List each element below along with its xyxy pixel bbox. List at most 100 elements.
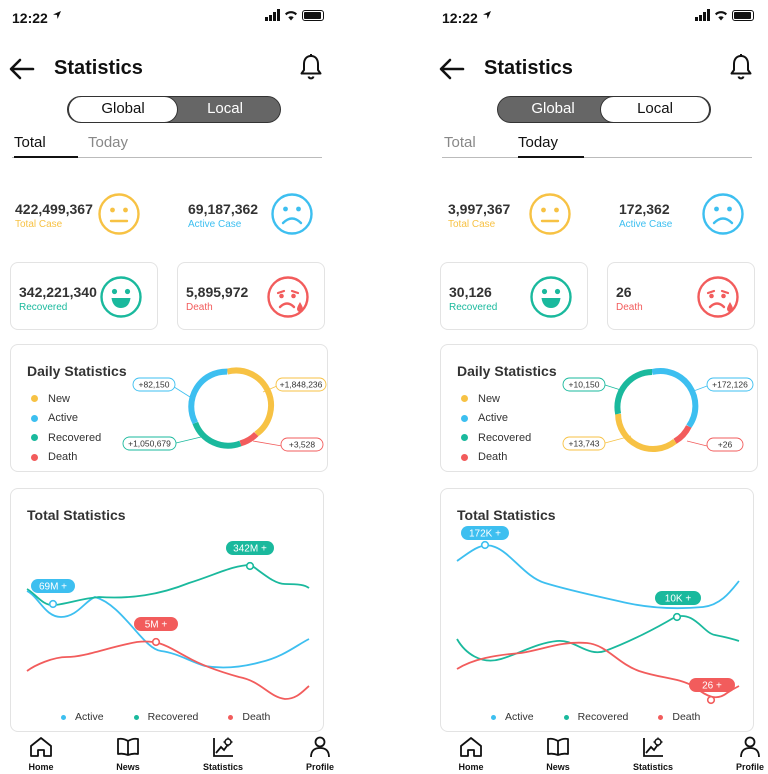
tab-total[interactable]: Total xyxy=(14,134,78,158)
back-arrow-icon[interactable] xyxy=(8,56,36,82)
callout-death: +3,528 xyxy=(289,440,316,450)
donut-segment-recovered xyxy=(192,421,242,449)
total-case-stat: 422,499,367 Total Case xyxy=(7,180,155,248)
nav-statistics[interactable]: Statistics xyxy=(193,736,253,772)
nav-news[interactable]: News xyxy=(98,736,158,772)
marker-recovered xyxy=(245,561,255,571)
active-case-label: Active Case xyxy=(619,219,673,230)
donut-segment-recovered xyxy=(614,369,653,415)
active-case-stat: 69,187,362 Active Case xyxy=(180,180,328,248)
status-time: 12:22 xyxy=(12,10,48,26)
line-death xyxy=(26,640,310,700)
total-statistics-card: Total Statistics 69M + 342M + 5M + Activ… xyxy=(10,488,324,732)
recovered-value: 342,221,340 xyxy=(19,284,97,300)
total-legend: Active Recovered Death xyxy=(491,711,700,723)
bottom-navigation: Home News Statistics Profile xyxy=(430,736,766,774)
tab-total[interactable]: Total xyxy=(444,134,476,156)
callout-recovered: +1,050,679 xyxy=(128,439,171,449)
nav-news[interactable]: News xyxy=(528,736,588,772)
total-legend: Active Recovered Death xyxy=(61,711,270,723)
total-case-value: 422,499,367 xyxy=(15,201,93,217)
donut-segment-active xyxy=(188,368,228,425)
death-label: Death xyxy=(616,302,643,313)
legend-item-death: Death xyxy=(658,711,700,723)
page-title: Statistics xyxy=(54,57,143,79)
system-icons xyxy=(695,9,754,21)
home-icon xyxy=(30,737,52,757)
legend-item-death: Death xyxy=(228,711,270,723)
signal-icon xyxy=(695,9,710,21)
active-case-label: Active Case xyxy=(188,219,242,230)
total-line-chart: 69M + 342M + 5M + xyxy=(26,541,310,700)
crying-face-icon xyxy=(697,276,739,318)
back-arrow-icon[interactable] xyxy=(438,56,466,82)
marker-death xyxy=(706,695,716,705)
marker-active xyxy=(480,540,490,550)
local-option[interactable]: Local xyxy=(170,97,280,122)
period-tabs: Total Today xyxy=(442,132,752,158)
global-option[interactable]: Global xyxy=(68,97,178,122)
tab-today[interactable]: Today xyxy=(518,134,584,158)
marker-death xyxy=(151,637,161,647)
active-case-stat: 172,362 Active Case xyxy=(611,180,759,248)
global-option[interactable]: Global xyxy=(498,97,608,122)
status-time: 12:22 xyxy=(442,10,478,26)
sad-face-icon xyxy=(271,193,313,235)
user-icon xyxy=(740,736,760,758)
callout-death: +26 xyxy=(718,440,733,450)
app-canvas: 12:22 Statistics Global Local Total Toda… xyxy=(0,0,768,774)
total-case-label: Total Case xyxy=(15,219,63,230)
nav-home[interactable]: Home xyxy=(11,736,71,772)
page-header: Statistics xyxy=(0,52,336,84)
daily-statistics-card: Daily Statistics New Active Recovered De… xyxy=(440,344,758,472)
battery-icon xyxy=(732,9,754,21)
local-option[interactable]: Local xyxy=(600,97,710,122)
nav-profile[interactable]: Profile xyxy=(290,736,350,772)
signal-icon xyxy=(265,9,280,21)
page-header: Statistics xyxy=(430,52,766,84)
tab-today[interactable]: Today xyxy=(88,134,128,156)
sad-face-icon xyxy=(702,193,744,235)
neutral-face-icon xyxy=(98,193,140,235)
callout-recovered: +10,150 xyxy=(569,380,600,390)
active-case-value: 69,187,362 xyxy=(188,201,259,217)
legend-item-active: Active xyxy=(491,711,534,723)
death-value: 5,895,972 xyxy=(186,284,249,300)
total-case-stat: 3,997,367 Total Case xyxy=(440,180,588,248)
legend-item-active: Active xyxy=(61,711,104,723)
nav-profile[interactable]: Profile xyxy=(720,736,768,772)
label-death: 26 + xyxy=(702,681,722,692)
wifi-icon xyxy=(715,11,727,21)
scope-toggle[interactable]: Global Local xyxy=(67,96,281,123)
daily-statistics-card: Daily Statistics New Active Recovered De… xyxy=(10,344,328,472)
chart-virus-icon xyxy=(213,737,233,757)
bottom-navigation: Home News Statistics Profile xyxy=(0,736,336,774)
label-death: 5M + xyxy=(145,620,168,631)
recovered-stat-card: 30,126 Recovered xyxy=(440,262,588,330)
bell-icon[interactable] xyxy=(298,53,324,81)
callout-new: +1,848,236 xyxy=(280,380,323,390)
total-line-chart: 172K + 10K + 26 + xyxy=(456,526,740,705)
donut-segment-death xyxy=(239,431,259,447)
page-title: Statistics xyxy=(484,57,573,79)
wifi-icon xyxy=(285,11,297,21)
chart-virus-icon xyxy=(643,737,663,757)
legend-item-recovered: Recovered xyxy=(133,711,198,723)
label-active: 69M + xyxy=(39,582,67,593)
location-arrow-icon xyxy=(53,11,61,19)
nav-statistics[interactable]: Statistics xyxy=(623,736,683,772)
label-recovered: 342M + xyxy=(233,544,267,555)
bell-icon[interactable] xyxy=(728,53,754,81)
total-case-label: Total Case xyxy=(448,219,496,230)
crying-face-icon xyxy=(267,276,309,318)
callout-new: +13,743 xyxy=(569,439,600,449)
donut-segment-death xyxy=(673,424,692,444)
scope-toggle[interactable]: Global Local xyxy=(497,96,711,123)
callout-active: +82,150 xyxy=(139,380,170,390)
nav-home[interactable]: Home xyxy=(441,736,501,772)
line-recovered xyxy=(456,615,740,662)
recovered-value: 30,126 xyxy=(449,284,492,300)
battery-icon xyxy=(302,9,324,21)
death-value: 26 xyxy=(616,284,632,300)
death-stat-card: 26 Death xyxy=(607,262,755,330)
